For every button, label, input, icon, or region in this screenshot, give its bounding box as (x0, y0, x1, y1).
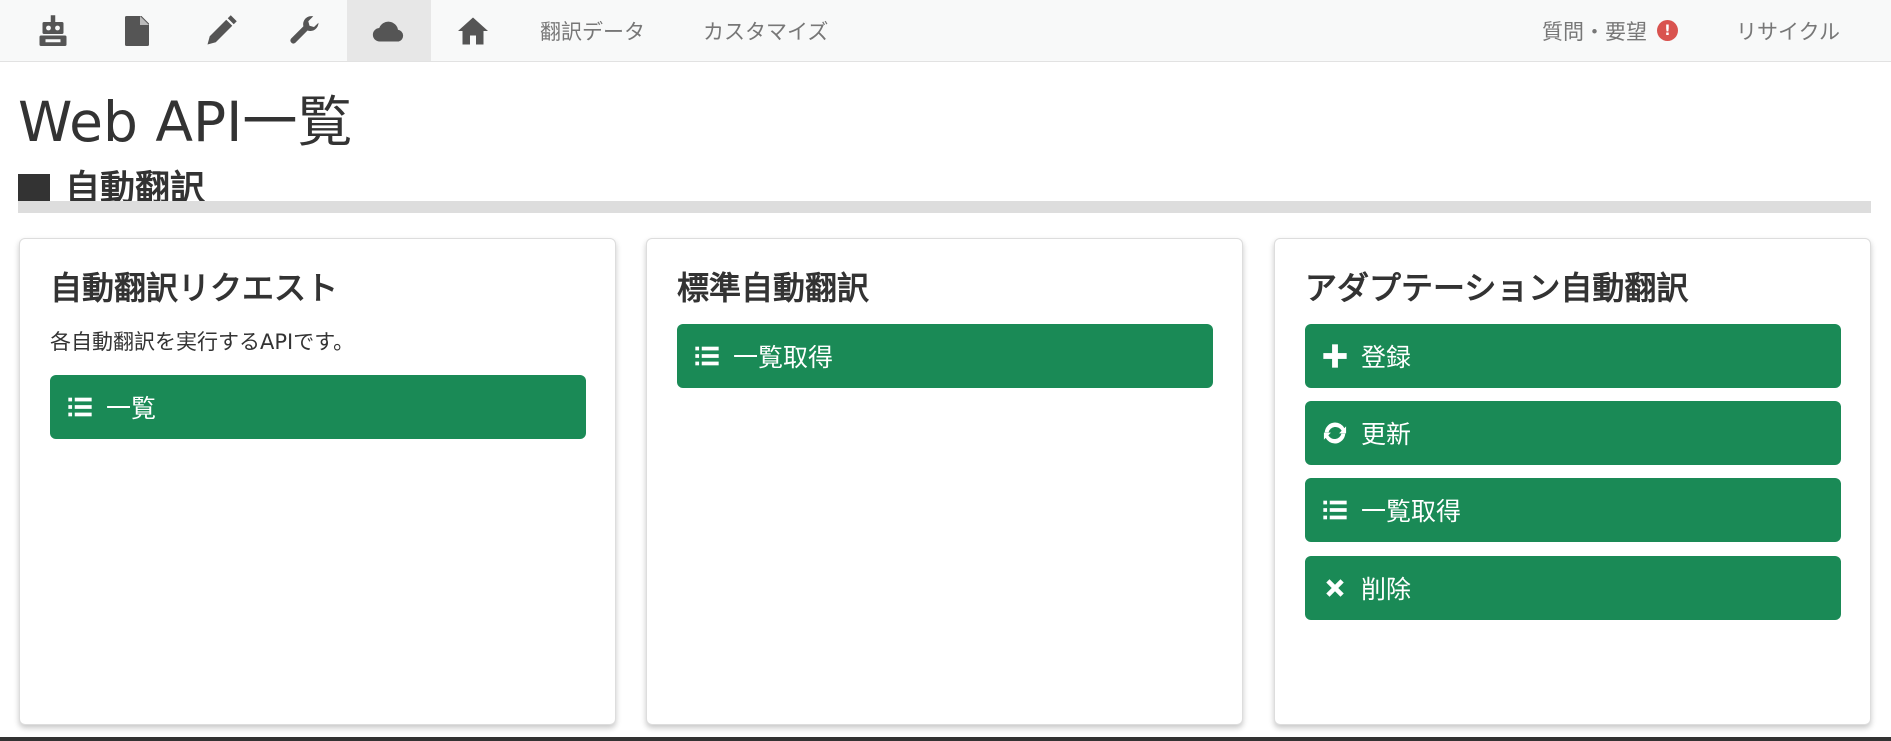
bottom-edge-divider (0, 737, 1891, 741)
adaptation-list-get-button-label: 一覧取得 (1361, 497, 1462, 526)
home-icon (458, 17, 488, 44)
list-icon (68, 397, 92, 417)
refresh-icon (1323, 422, 1347, 444)
robot-icon (39, 14, 67, 46)
section-divider (18, 201, 1871, 213)
wrench-icon (290, 15, 319, 43)
nav-link-recycle[interactable]: リサイクル (1736, 0, 1840, 61)
adaptation-register-button-label: 登録 (1361, 343, 1412, 372)
nav-link-translation-data[interactable]: 翻訳データ (540, 0, 645, 61)
cloud-icon (372, 21, 404, 42)
document-nav-button[interactable] (95, 0, 179, 61)
adaptation-update-button-label: 更新 (1361, 420, 1412, 449)
card-title: 自動翻訳リクエスト (50, 269, 339, 307)
top-navbar: 翻訳データ カスタマイズ 質問・要望 ! リサイクル (0, 0, 1891, 62)
standard-list-get-button-label: 一覧取得 (733, 343, 834, 372)
cloud-nav-button[interactable] (347, 0, 431, 61)
request-list-button[interactable]: 一覧 (50, 375, 586, 439)
list-icon (695, 346, 719, 366)
card-title: アダプテーション自動翻訳 (1305, 269, 1689, 307)
plus-icon (1323, 344, 1347, 368)
wrench-nav-button[interactable] (263, 0, 347, 61)
standard-list-get-button[interactable]: 一覧取得 (677, 324, 1213, 388)
adaptation-list-get-button[interactable]: 一覧取得 (1305, 478, 1841, 542)
adaptation-delete-button-label: 削除 (1361, 575, 1412, 604)
card-standard-translation: 標準自動翻訳 一覧取得 (646, 238, 1243, 725)
nav-link-questions-label: 質問・要望 (1542, 19, 1647, 44)
pencil-nav-button[interactable] (179, 0, 263, 61)
nav-link-customize[interactable]: カスタマイズ (703, 0, 828, 61)
robot-nav-button[interactable] (11, 0, 95, 61)
card-adaptation-translation: アダプテーション自動翻訳 登録 更新 一覧取得 削除 (1274, 238, 1871, 725)
request-list-button-label: 一覧 (106, 394, 157, 423)
card-title: 標準自動翻訳 (677, 269, 870, 307)
nav-link-questions[interactable]: 質問・要望 ! (1542, 0, 1678, 61)
list-icon (1323, 500, 1347, 520)
page-title: Web API一覧 (18, 90, 353, 154)
pencil-icon (207, 14, 237, 44)
home-nav-button[interactable] (431, 0, 515, 61)
close-icon (1326, 579, 1344, 597)
card-description: 各自動翻訳を実行するAPIです。 (50, 330, 355, 354)
card-translation-request: 自動翻訳リクエスト 各自動翻訳を実行するAPIです。 一覧 (19, 238, 616, 725)
adaptation-delete-button[interactable]: 削除 (1305, 556, 1841, 620)
adaptation-update-button[interactable]: 更新 (1305, 401, 1841, 465)
adaptation-register-button[interactable]: 登録 (1305, 324, 1841, 388)
document-icon (125, 15, 149, 46)
alert-badge-icon: ! (1657, 20, 1678, 41)
